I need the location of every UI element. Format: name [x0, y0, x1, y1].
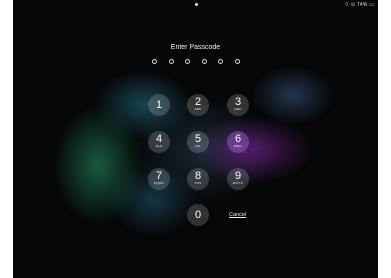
key-letters: DEF — [234, 107, 242, 111]
lock-screen: ⌔ ⊙ 74% ▭ Enter Passcode 1 2 ABC 3 DEF 4… — [13, 0, 378, 278]
key-6[interactable]: 6 MNO — [227, 131, 249, 153]
status-indicators: ⌔ ⊙ 74% ▭ — [344, 2, 374, 8]
passcode-dot-icon — [185, 59, 191, 64]
passcode-dot-icon — [234, 59, 240, 64]
key-letters: TUV — [194, 181, 202, 185]
cancel-button[interactable]: Cancel — [229, 212, 246, 218]
key-7[interactable]: 7 PQRS — [148, 168, 170, 190]
key-digit: 2 — [194, 96, 202, 108]
passcode-dot-icon — [218, 59, 224, 64]
key-letters: ABC — [194, 107, 202, 111]
key-digit: 9 — [234, 170, 242, 182]
key-digit: 4 — [155, 133, 163, 145]
status-dot-icon — [195, 3, 198, 6]
key-5[interactable]: 5 JKL — [187, 131, 209, 153]
key-0[interactable]: 0 — [187, 204, 209, 226]
key-digit: 1 — [155, 99, 163, 111]
key-digit: 3 — [234, 96, 242, 108]
key-letters: MNO — [233, 144, 243, 148]
key-letters: JKL — [194, 144, 202, 148]
key-digit: 0 — [194, 209, 202, 221]
key-digit: 8 — [194, 170, 202, 182]
key-3[interactable]: 3 DEF — [227, 94, 249, 116]
passcode-dots — [152, 59, 240, 64]
key-digit: 6 — [234, 133, 242, 145]
key-digit: 5 — [194, 133, 202, 145]
passcode-dot-icon — [201, 59, 207, 64]
key-digit: 7 — [155, 170, 163, 182]
key-2[interactable]: 2 ABC — [187, 94, 209, 116]
key-4[interactable]: 4 GHI — [148, 131, 170, 153]
key-letters: PQRS — [153, 181, 165, 185]
key-9[interactable]: 9 WXYZ — [227, 168, 249, 190]
key-8[interactable]: 8 TUV — [187, 168, 209, 190]
key-letters: GHI — [155, 144, 163, 148]
key-1[interactable]: 1 — [148, 94, 170, 116]
passcode-title: Enter Passcode — [170, 44, 221, 51]
passcode-dot-icon — [168, 59, 174, 64]
key-letters: WXYZ — [232, 181, 244, 185]
passcode-dot-icon — [152, 59, 157, 64]
